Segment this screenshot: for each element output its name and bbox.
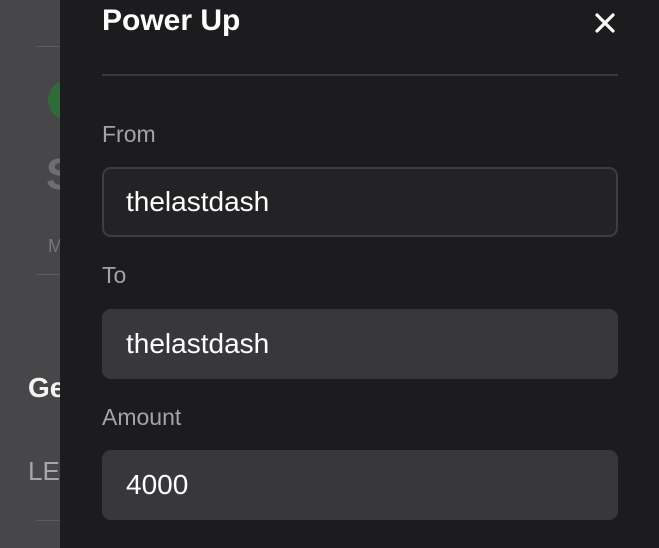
background-section-heading: Ge <box>28 372 60 403</box>
from-input[interactable] <box>102 167 618 237</box>
background-divider <box>36 520 60 521</box>
background-subtitle: M <box>48 236 60 256</box>
amount-label: Amount <box>102 404 182 430</box>
close-button[interactable] <box>588 6 622 40</box>
power-up-dialog: Power Up From To Amount <box>60 0 659 548</box>
background-divider <box>36 274 60 275</box>
background-page: S M Ge LE <box>0 0 60 548</box>
amount-input[interactable] <box>102 450 618 520</box>
to-input[interactable] <box>102 309 618 379</box>
to-label: To <box>102 262 127 288</box>
dialog-title: Power Up <box>102 4 241 37</box>
background-divider <box>36 46 60 47</box>
close-icon <box>595 13 615 33</box>
background-list-item: LE <box>28 456 60 486</box>
background-avatar <box>48 80 60 120</box>
background-title: S <box>46 150 60 200</box>
header-divider <box>102 74 618 76</box>
from-label: From <box>102 121 156 147</box>
